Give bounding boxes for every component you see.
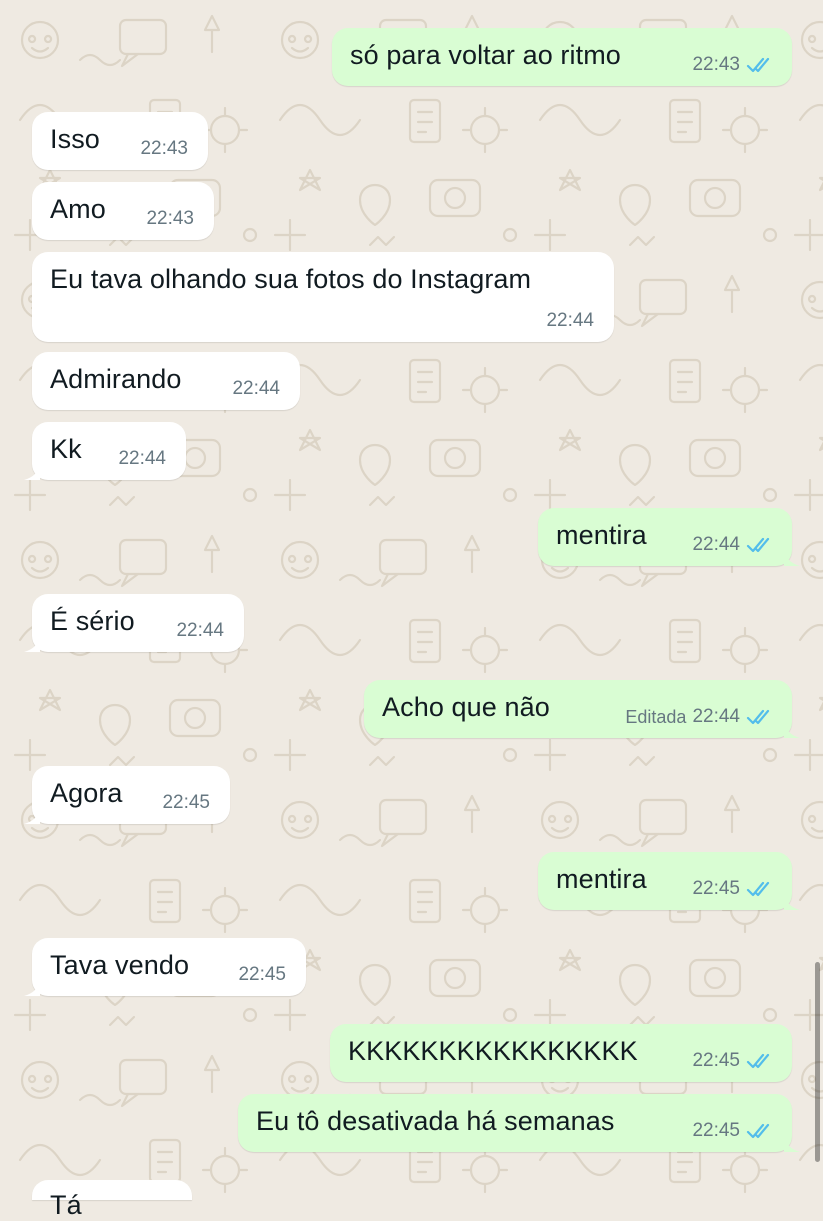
message-list[interactable]: só para voltar ao ritmo 22:43 Isso 22:43…	[0, 0, 823, 1220]
bubble-tail	[784, 894, 800, 910]
message-text: mentira	[556, 520, 647, 550]
message-text: Amo	[50, 194, 106, 224]
message-bubble-incoming[interactable]: É sério 22:44	[24, 594, 244, 652]
message-meta: 22:45	[692, 1050, 774, 1072]
double-check-read-icon	[746, 881, 770, 897]
message-meta: 22:44	[176, 620, 224, 642]
message-time: 22:45	[692, 1050, 740, 1071]
double-check-read-icon	[746, 1053, 770, 1069]
message-meta: Editada 22:44	[625, 706, 774, 728]
message-text: Admirando	[50, 364, 182, 394]
bubble-tail	[24, 464, 40, 480]
message-time: 22:44	[232, 378, 280, 399]
double-check-read-icon	[746, 537, 770, 553]
edited-label: Editada	[625, 706, 687, 727]
message-time: 22:45	[238, 964, 286, 985]
message-time: 22:44	[118, 448, 166, 469]
double-check-read-icon	[746, 1123, 770, 1139]
message-meta: 22:45	[692, 1120, 774, 1142]
message-bubble-incoming[interactable]: Eu tava olhando sua fotos do Instagram 2…	[32, 252, 614, 342]
message-meta: 22:45	[238, 964, 286, 986]
bubble-tail	[784, 550, 800, 566]
bubble-tail	[784, 1136, 800, 1152]
message-meta: 22:43	[692, 54, 774, 76]
message-meta: 22:44	[118, 448, 166, 470]
message-text: Eu tô desativada há semanas	[256, 1106, 615, 1136]
message-text: Eu tava olhando sua fotos do Instagram	[50, 264, 532, 294]
message-text: É sério	[50, 606, 135, 636]
bubble-tail	[784, 722, 800, 738]
message-meta: 22:45	[692, 878, 774, 900]
message-time: 22:45	[162, 792, 210, 813]
message-bubble-incoming[interactable]: Tá	[32, 1180, 192, 1220]
message-bubble-incoming[interactable]: Tava vendo 22:45	[24, 938, 306, 996]
message-bubble-outgoing[interactable]: só para voltar ao ritmo 22:43	[332, 28, 792, 86]
message-time: 22:43	[146, 208, 194, 229]
message-meta: 22:43	[146, 208, 194, 230]
message-bubble-incoming[interactable]: Kk 22:44	[24, 422, 186, 480]
message-text: Acho que não	[382, 692, 550, 722]
message-time: 22:45	[692, 1120, 740, 1141]
message-bubble-incoming[interactable]: Admirando 22:44	[32, 352, 300, 410]
message-time: 22:44	[546, 310, 594, 331]
message-time: 22:43	[140, 138, 188, 159]
message-bubble-outgoing[interactable]: Acho que não Editada 22:44	[364, 680, 800, 738]
double-check-read-icon	[746, 57, 770, 73]
double-check-read-icon	[746, 709, 770, 725]
message-text: mentira	[556, 864, 647, 894]
message-text: só para voltar ao ritmo	[350, 40, 621, 70]
message-bubble-outgoing[interactable]: Eu tô desativada há semanas 22:45	[238, 1094, 800, 1152]
bubble-tail	[24, 636, 40, 652]
message-meta: 22:44	[692, 534, 774, 556]
message-meta: 22:44	[546, 310, 594, 332]
message-time: 22:44	[176, 620, 224, 641]
message-text: Agora	[50, 778, 123, 808]
message-text: Kk	[50, 434, 82, 464]
message-text: KKKKKKKKKKKKKKKK	[348, 1036, 638, 1066]
message-bubble-outgoing[interactable]: mentira 22:45	[538, 852, 800, 910]
message-meta: 22:44	[232, 378, 280, 400]
message-bubble-incoming[interactable]: Amo 22:43	[32, 182, 214, 240]
message-text: Tava vendo	[50, 950, 190, 980]
message-bubble-outgoing[interactable]: mentira 22:44	[538, 508, 800, 566]
message-time: 22:43	[692, 54, 740, 75]
message-bubble-incoming[interactable]: Isso 22:43	[32, 112, 208, 170]
message-time: 22:44	[692, 706, 740, 727]
message-bubble-outgoing[interactable]: KKKKKKKKKKKKKKKK 22:45	[330, 1024, 792, 1082]
message-text: Isso	[50, 124, 100, 154]
bubble-tail	[24, 980, 40, 996]
message-time: 22:45	[692, 878, 740, 899]
message-meta: 22:43	[140, 138, 188, 160]
message-meta: 22:45	[162, 792, 210, 814]
scrollbar[interactable]	[815, 962, 820, 1162]
message-bubble-incoming[interactable]: Agora 22:45	[24, 766, 230, 824]
message-time: 22:44	[692, 534, 740, 555]
bubble-tail	[24, 808, 40, 824]
message-text: Tá	[50, 1190, 82, 1220]
